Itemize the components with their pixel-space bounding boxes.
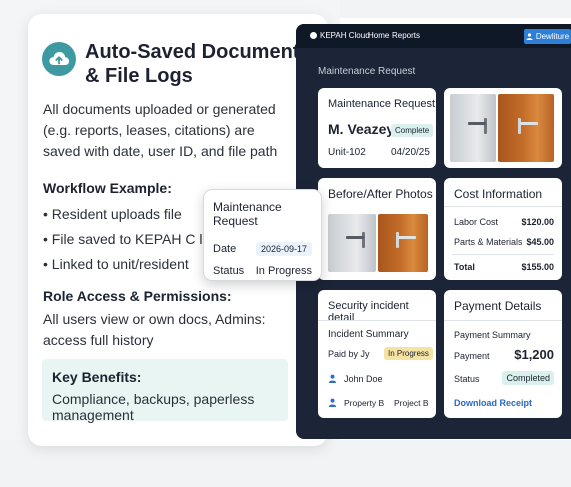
workflow-item: • Resident uploads file — [43, 206, 182, 222]
payment-amount: $1,200 — [514, 347, 554, 362]
incident-status-badge: In Progress — [384, 347, 433, 360]
cost-row-label: Parts & Materials — [454, 237, 523, 247]
benefits-heading: Key Benefits: — [52, 369, 142, 385]
brand-name[interactable]: KEPAH Cloud — [320, 31, 370, 40]
cost-widget[interactable]: Cost Information Labor Cost $120.00 Part… — [444, 178, 562, 280]
before-door-photo — [450, 94, 496, 162]
total-divider — [452, 254, 554, 255]
payment-title: Payment Details — [454, 299, 542, 313]
after-photo[interactable] — [378, 214, 428, 272]
payment-status-badge: Completed — [502, 371, 554, 385]
status-badge: Complete — [391, 124, 434, 137]
total-label: Total — [454, 262, 475, 272]
benefits-text: Compliance, backups, paperless managemen… — [52, 391, 255, 423]
cost-row-value: $120.00 — [521, 217, 554, 227]
total-value: $155.00 — [521, 262, 554, 272]
security-divider — [318, 320, 436, 321]
page-title: Auto-Saved Documents & File Logs — [85, 41, 311, 87]
floating-card-title: Maintenance Request — [213, 200, 282, 228]
brand-logo-icon — [310, 32, 317, 39]
before-photo[interactable] — [328, 214, 376, 272]
date-row: Date 2026-09-17 — [213, 242, 312, 256]
project-name: Project B — [394, 398, 429, 408]
security-widget[interactable]: Security incident detail Incident Summar… — [318, 290, 436, 418]
unit-label: Unit-102 — [328, 147, 366, 158]
section-title: Maintenance Request — [318, 66, 416, 77]
status-value: In Progress — [255, 265, 312, 277]
person-name: John Doe — [344, 374, 383, 384]
door-photo-widget[interactable] — [444, 88, 562, 168]
photos-title: Before/After Photos — [328, 187, 433, 201]
workflow-heading: Workflow Example: — [43, 180, 172, 196]
nav-link-reports[interactable]: Reports — [392, 31, 420, 40]
cost-row-label: Labor Cost — [454, 217, 499, 227]
maintenance-title: Maintenance Request — [328, 98, 436, 110]
maintenance-widget[interactable]: Maintenance Request M. Veazey Complete U… — [318, 88, 436, 168]
benefits-box: Key Benefits: Compliance, backups, paper… — [42, 359, 288, 423]
download-receipt-link[interactable]: Download Receipt — [454, 398, 532, 408]
role-heading: Role Access & Permissions: — [43, 288, 232, 304]
request-date: 04/20/25 — [391, 147, 430, 158]
payment-widget[interactable]: Payment Details Payment Summary Payment … — [444, 290, 562, 418]
payment-divider — [444, 320, 562, 321]
user-button-label: Dewliture — [535, 32, 570, 41]
person-icon — [328, 374, 337, 383]
property-name: Property B — [344, 398, 385, 408]
payment-label: Payment — [454, 351, 490, 361]
nav-link-home[interactable]: Home — [368, 31, 389, 40]
person-icon — [328, 398, 337, 407]
workflow-item: • File saved to KEPAH C loud — [43, 231, 226, 247]
cloud-upload-icon — [42, 42, 76, 76]
date-value: 2026-09-17 — [255, 242, 312, 256]
payment-status-label: Status — [454, 374, 480, 384]
description: All documents uploaded or generated (e.g… — [43, 101, 278, 159]
cost-row-value: $45.00 — [526, 237, 554, 247]
workflow-item: • Linked to unit/resident — [43, 256, 189, 272]
resident-name: M. Veazey — [328, 121, 395, 137]
date-label: Date — [213, 243, 237, 255]
photos-widget[interactable]: Before/After Photos — [318, 178, 436, 280]
user-icon — [526, 33, 533, 40]
background-bottom — [0, 440, 571, 487]
status-label: Status — [213, 265, 245, 277]
payment-summary: Payment Summary — [454, 330, 531, 340]
status-row: Status In Progress — [213, 265, 312, 277]
user-button[interactable]: Dewliture — [524, 29, 571, 44]
dashboard-window: KEPAH Cloud Home Reports Dewliture Maint… — [296, 24, 571, 439]
after-door-photo — [498, 94, 554, 162]
floating-maintenance-card[interactable]: Maintenance Request Date 2026-09-17 Stat… — [203, 189, 322, 281]
paid-by: Paid by Jy — [328, 349, 370, 359]
cost-title: Cost Information — [454, 187, 543, 201]
role-description: All users view or own docs, Admins: acce… — [43, 311, 266, 348]
cost-divider — [444, 206, 562, 207]
top-nav: KEPAH Cloud Home Reports Dewliture — [296, 24, 571, 48]
incident-summary: Incident Summary — [328, 329, 409, 340]
